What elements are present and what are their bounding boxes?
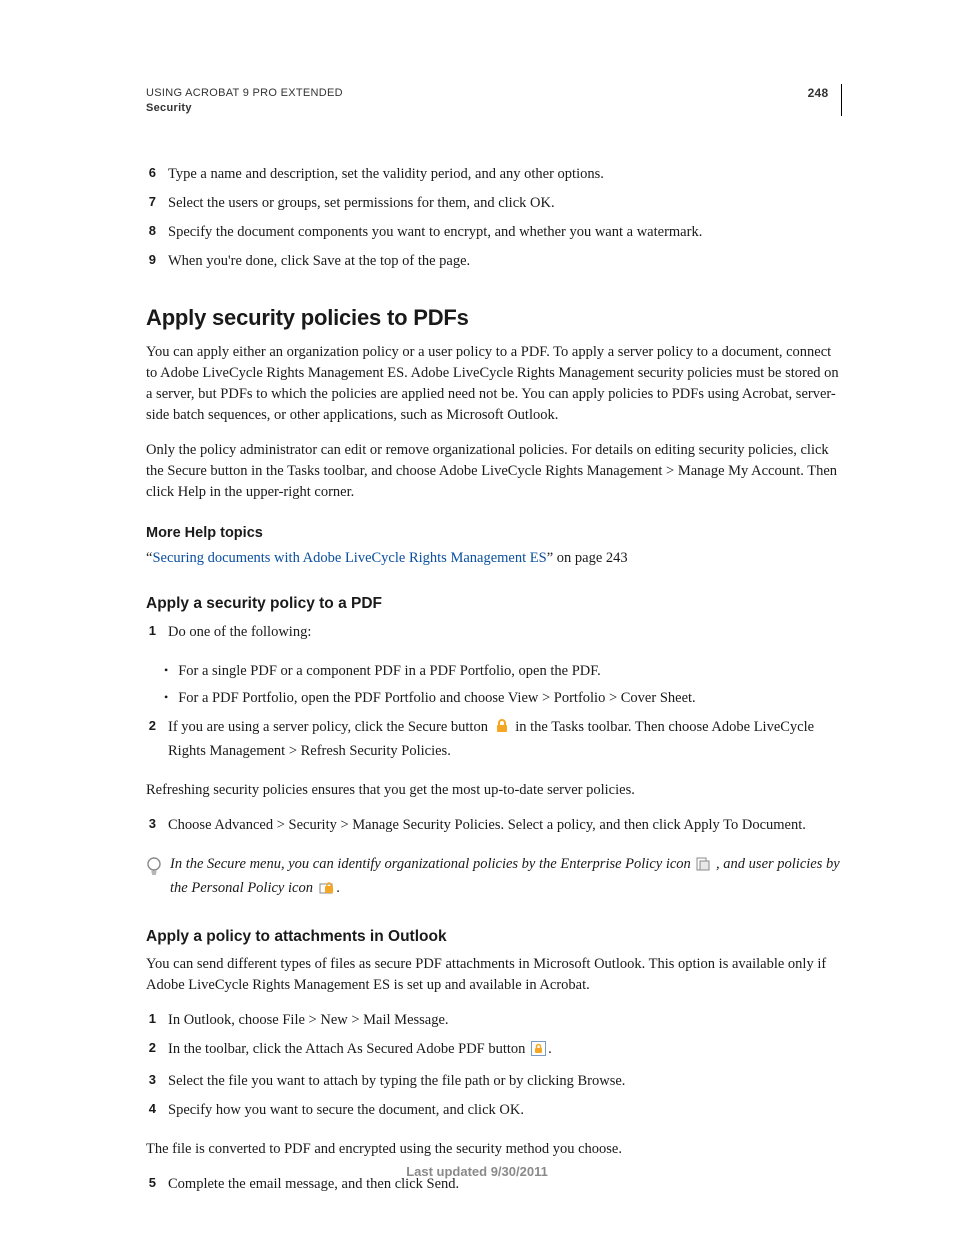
step-1: 1Do one of the following: <box>146 622 842 643</box>
sub2-steps: 1In Outlook, choose File > New > Mail Me… <box>146 1010 842 1121</box>
heading-apply-security-policies: Apply security policies to PDFs <box>146 302 842 334</box>
paragraph: You can apply either an organization pol… <box>146 342 842 426</box>
link-securing-documents[interactable]: Securing documents with Adobe LiveCycle … <box>152 550 546 566</box>
tip: In the Secure menu, you can identify org… <box>146 854 842 902</box>
refresh-note: Refreshing security policies ensures tha… <box>146 780 842 801</box>
step-8: 8Specify the document components you wan… <box>146 222 842 243</box>
tip-text: In the Secure menu, you can identify org… <box>170 854 842 902</box>
step-2: 2 If you are using a server policy, clic… <box>146 717 842 762</box>
page: USING ACROBAT 9 PRO EXTENDED Security 24… <box>0 0 954 1235</box>
enterprise-policy-icon <box>696 857 710 878</box>
step-7: 7Select the users or groups, set permiss… <box>146 193 842 214</box>
step-1: 1In Outlook, choose File > New > Mail Me… <box>146 1010 842 1031</box>
secure-button-icon <box>494 719 510 741</box>
attach-secured-pdf-icon <box>531 1041 546 1063</box>
header-right: 248 <box>808 86 842 116</box>
sub1-steps-cont: 2 If you are using a server policy, clic… <box>146 717 842 762</box>
bullet: For a single PDF or a component PDF in a… <box>164 661 842 682</box>
step-4: 4Specify how you want to secure the docu… <box>146 1100 842 1121</box>
doc-title: USING ACROBAT 9 PRO EXTENDED <box>146 86 343 101</box>
step-3: 3Choose Advanced > Security > Manage Sec… <box>146 815 842 836</box>
step-3: 3Select the file you want to attach by t… <box>146 1071 842 1092</box>
step-9: 9When you're done, click Save at the top… <box>146 251 842 272</box>
more-help-item: Securing documents with Adobe LiveCycle … <box>146 548 842 569</box>
header-left: USING ACROBAT 9 PRO EXTENDED Security <box>146 86 343 116</box>
link-suffix: on page 243 <box>553 550 628 566</box>
step-2: 2 In the toolbar, click the Attach As Se… <box>146 1039 842 1063</box>
sub1-steps-cont2: 3Choose Advanced > Security > Manage Sec… <box>146 815 842 836</box>
conversion-note: The file is converted to PDF and encrypt… <box>146 1139 842 1160</box>
lightbulb-icon <box>146 856 162 902</box>
step-6: 6Type a name and description, set the va… <box>146 164 842 185</box>
running-header: USING ACROBAT 9 PRO EXTENDED Security 24… <box>146 86 842 116</box>
doc-section: Security <box>146 101 343 116</box>
personal-policy-icon <box>319 881 335 902</box>
more-help-label: More Help topics <box>146 523 842 544</box>
content: 6Type a name and description, set the va… <box>146 164 842 1195</box>
subhead-apply-policy-to-pdf: Apply a security policy to a PDF <box>146 593 842 615</box>
subhead-apply-policy-outlook: Apply a policy to attachments in Outlook <box>146 926 842 948</box>
paragraph: Only the policy administrator can edit o… <box>146 440 842 503</box>
page-number: 248 <box>808 86 833 100</box>
footer-last-updated: Last updated 9/30/2011 <box>0 1164 954 1179</box>
bullet: For a PDF Portfolio, open the PDF Portfo… <box>164 688 842 709</box>
continued-steps: 6Type a name and description, set the va… <box>146 164 842 272</box>
page-number-rule <box>841 84 843 116</box>
sub1-bullets: For a single PDF or a component PDF in a… <box>146 661 842 709</box>
sub1-steps: 1Do one of the following: <box>146 622 842 643</box>
paragraph: You can send different types of files as… <box>146 954 842 996</box>
